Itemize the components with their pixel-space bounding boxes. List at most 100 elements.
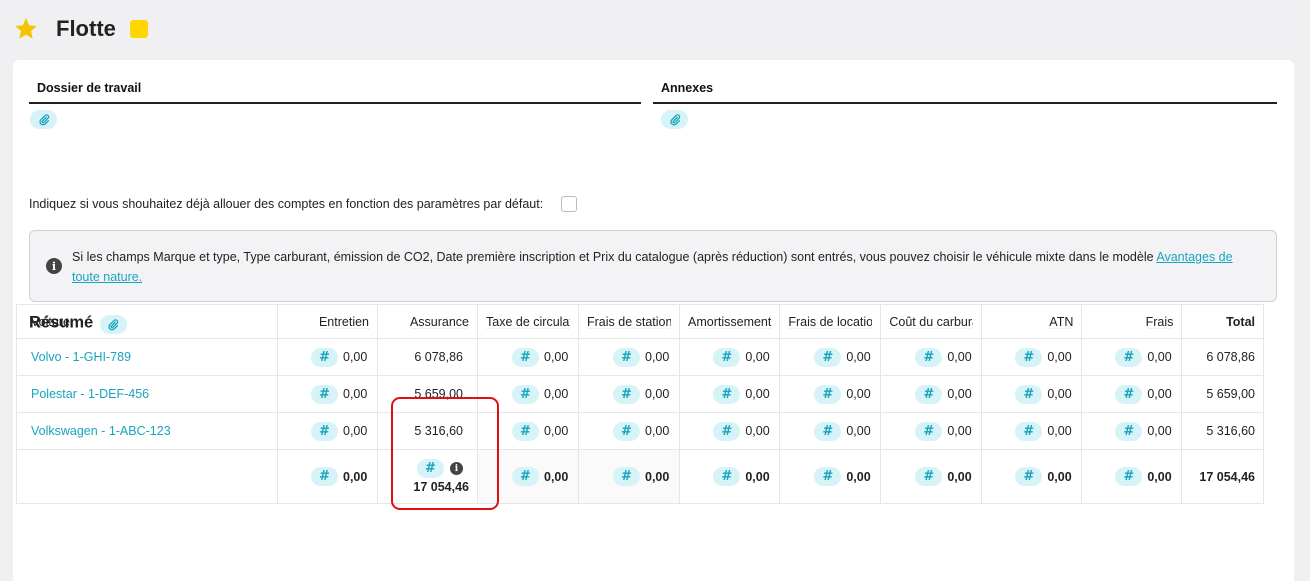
cell-fees: #0,00 bbox=[1081, 412, 1183, 450]
fleet-summary-table: Voiture Entretien Assurance Taxe de circ… bbox=[16, 304, 1264, 504]
total-maintenance: #0,00 bbox=[277, 449, 378, 504]
car-link[interactable]: Volkswagen - 1-ABC-123 bbox=[16, 412, 278, 450]
hash-icon[interactable]: # bbox=[1015, 421, 1043, 441]
total-atn: #0,00 bbox=[981, 449, 1083, 504]
cell-parking: #0,00 bbox=[578, 412, 680, 450]
page-header: Flotte bbox=[12, 14, 148, 44]
cell-fees: #0,00 bbox=[1081, 375, 1183, 413]
col-fuel[interactable]: Coût du carburant bbox=[880, 304, 983, 339]
info-icon[interactable]: i bbox=[450, 462, 463, 475]
table-row: Volkswagen - 1-ABC-123 #0,00 5 316,60 #0,00… bbox=[16, 412, 1264, 450]
totals-label-cell bbox=[16, 449, 278, 504]
hash-icon[interactable]: # bbox=[713, 421, 741, 441]
hash-icon[interactable]: # bbox=[713, 347, 741, 367]
hash-icon[interactable]: # bbox=[1115, 421, 1143, 441]
hash-icon[interactable]: # bbox=[1115, 467, 1143, 486]
info-text: Si les champs Marque et type, Type carbu… bbox=[72, 250, 1157, 264]
info-icon: i bbox=[46, 258, 62, 274]
hash-icon[interactable]: # bbox=[1015, 347, 1043, 367]
info-banner: i Si les champs Marque et type, Type car… bbox=[29, 230, 1277, 302]
hash-icon[interactable]: # bbox=[311, 384, 338, 404]
hash-icon[interactable]: # bbox=[814, 384, 842, 404]
hash-icon[interactable]: # bbox=[915, 467, 943, 486]
hash-icon[interactable]: # bbox=[1015, 384, 1043, 404]
cell-atn: #0,00 bbox=[981, 338, 1083, 376]
cell-depreciation: #0,00 bbox=[678, 375, 781, 413]
cell-insurance: 6 078,86 bbox=[377, 338, 478, 376]
work-folder-attach-button[interactable] bbox=[30, 110, 57, 129]
col-atn[interactable]: ATN bbox=[981, 304, 1083, 339]
hash-icon[interactable]: # bbox=[512, 384, 539, 404]
cell-maintenance: #0,00 bbox=[277, 338, 378, 376]
cell-total: 6 078,86 bbox=[1181, 338, 1264, 376]
hash-icon[interactable]: # bbox=[613, 384, 640, 404]
hash-icon[interactable]: # bbox=[512, 421, 539, 441]
hash-icon[interactable]: # bbox=[311, 467, 338, 486]
cell-rental: #0,00 bbox=[779, 338, 882, 376]
hash-icon[interactable]: # bbox=[1115, 347, 1143, 367]
total-fees: #0,00 bbox=[1081, 449, 1183, 504]
allocate-accounts-row: Indiquez si vous shouhaitez déjà allouer… bbox=[29, 196, 578, 212]
hash-icon[interactable]: # bbox=[613, 347, 640, 367]
cell-parking: #0,00 bbox=[578, 338, 680, 376]
col-depreciation[interactable]: Amortissement bbox=[678, 304, 781, 339]
hash-icon[interactable]: # bbox=[915, 421, 943, 441]
hash-icon[interactable]: # bbox=[311, 347, 338, 367]
hash-icon[interactable]: # bbox=[713, 467, 741, 486]
cell-maintenance: #0,00 bbox=[277, 375, 378, 413]
hash-icon[interactable]: # bbox=[915, 347, 943, 367]
annexes-divider bbox=[653, 102, 1277, 104]
annexes-attach-button[interactable] bbox=[661, 110, 688, 129]
total-insurance: # i 17 054,46 bbox=[377, 449, 478, 504]
allocate-accounts-label: Indiquez si vous shouhaitez déjà allouer… bbox=[29, 197, 544, 211]
col-maintenance[interactable]: Entretien bbox=[277, 304, 378, 339]
total-parking: #0,00 bbox=[578, 449, 680, 504]
star-icon[interactable] bbox=[12, 15, 40, 43]
cell-rental: #0,00 bbox=[779, 412, 882, 450]
hash-icon[interactable]: # bbox=[613, 467, 640, 486]
col-rental[interactable]: Frais de location bbox=[779, 304, 882, 339]
note-icon[interactable] bbox=[129, 20, 148, 38]
hash-icon[interactable]: # bbox=[915, 384, 943, 404]
cell-rental: #0,00 bbox=[779, 375, 882, 413]
hash-icon[interactable]: # bbox=[512, 467, 539, 486]
cell-maintenance: #0,00 bbox=[277, 412, 378, 450]
page-title: Flotte bbox=[56, 16, 116, 41]
paperclip-icon bbox=[669, 113, 680, 125]
col-tax[interactable]: Taxe de circulation bbox=[477, 304, 579, 339]
hash-icon[interactable]: # bbox=[512, 347, 539, 367]
cell-tax: #0,00 bbox=[477, 338, 579, 376]
hash-icon[interactable]: # bbox=[814, 347, 842, 367]
cell-tax: #0,00 bbox=[477, 412, 579, 450]
hash-icon[interactable]: # bbox=[1115, 384, 1143, 404]
car-link[interactable]: Polestar - 1-DEF-456 bbox=[16, 375, 278, 413]
hash-icon[interactable]: # bbox=[713, 384, 741, 404]
col-insurance[interactable]: Assurance bbox=[377, 304, 478, 339]
hash-icon[interactable]: # bbox=[814, 467, 842, 486]
work-folder-heading: Dossier de travail bbox=[37, 81, 142, 95]
hash-icon[interactable]: # bbox=[311, 421, 338, 441]
hash-icon[interactable]: # bbox=[1015, 467, 1043, 486]
col-car[interactable]: Voiture bbox=[16, 304, 278, 339]
paperclip-icon bbox=[38, 113, 49, 125]
cell-parking: #0,00 bbox=[578, 375, 680, 413]
allocate-accounts-checkbox[interactable] bbox=[561, 196, 578, 212]
cell-total: 5 659,00 bbox=[1181, 375, 1264, 413]
total-tax: #0,00 bbox=[477, 449, 579, 504]
cell-atn: #0,00 bbox=[981, 412, 1083, 450]
cell-insurance: 5 316,60 bbox=[377, 412, 478, 450]
car-link[interactable]: Volvo - 1-GHI-789 bbox=[16, 338, 278, 376]
total-fuel: #0,00 bbox=[880, 449, 983, 504]
hash-icon[interactable]: # bbox=[814, 421, 842, 441]
total-rental: #0,00 bbox=[779, 449, 882, 504]
cell-fuel: #0,00 bbox=[880, 412, 983, 450]
hash-icon[interactable]: # bbox=[417, 459, 444, 478]
col-parking[interactable]: Frais de stationnement bbox=[578, 304, 680, 339]
table-row: Polestar - 1-DEF-456 #0,00 5 659,00 #0,00 #0… bbox=[16, 375, 1264, 413]
cell-total: 5 316,60 bbox=[1181, 412, 1264, 450]
col-fees[interactable]: Frais bbox=[1081, 304, 1183, 339]
cell-depreciation: #0,00 bbox=[678, 412, 781, 450]
cell-fuel: #0,00 bbox=[880, 375, 983, 413]
cell-fees: #0,00 bbox=[1081, 338, 1183, 376]
hash-icon[interactable]: # bbox=[613, 421, 640, 441]
